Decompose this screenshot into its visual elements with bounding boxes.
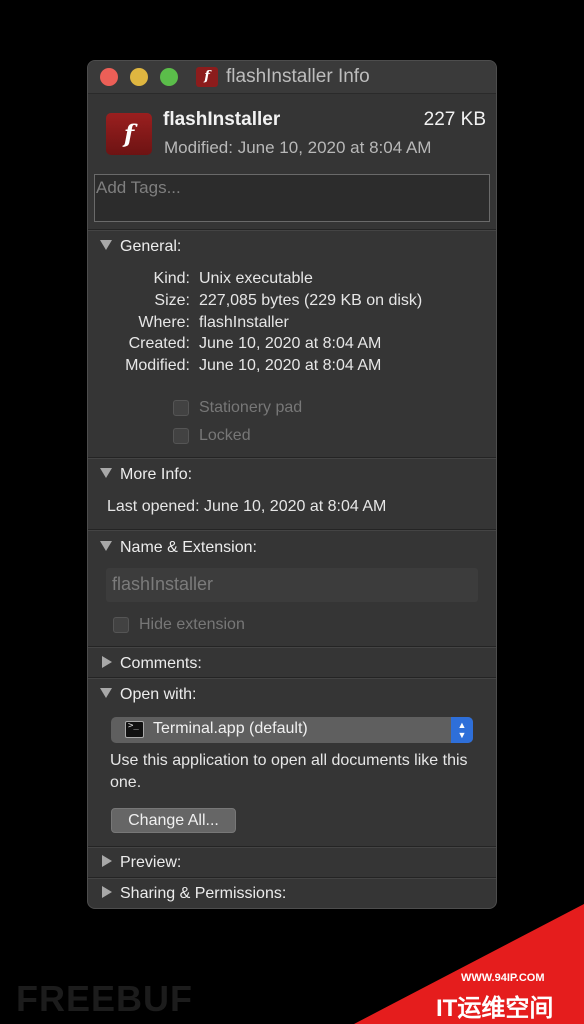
where-label: Where:	[138, 314, 190, 331]
locked-checkbox[interactable]	[173, 428, 189, 444]
disclosure-closed-icon	[102, 656, 112, 668]
open-with-section-toggle[interactable]: Open with:	[100, 686, 196, 704]
size-label: Size:	[154, 292, 190, 309]
disclosure-open-icon	[100, 468, 112, 478]
created-label: Created:	[128, 335, 190, 352]
minimize-button[interactable]	[130, 68, 148, 86]
locked-label: Locked	[199, 427, 251, 444]
preview-heading: Preview:	[120, 854, 182, 871]
preview-section-toggle[interactable]: Preview:	[100, 854, 181, 872]
hide-extension-checkbox[interactable]	[113, 617, 129, 633]
comments-section-toggle[interactable]: Comments:	[100, 655, 202, 673]
flash-app-icon: f	[106, 113, 152, 155]
tags-field[interactable]: Add Tags...	[94, 174, 490, 222]
divider	[88, 229, 496, 231]
kind-label: Kind:	[153, 270, 190, 287]
open-with-selected: Terminal.app (default)	[153, 720, 308, 737]
freebuf-watermark: FREEBUF	[16, 978, 193, 1019]
divider	[88, 677, 496, 679]
modified-value: June 10, 2020 at 8:04 AM	[199, 357, 382, 374]
disclosure-open-icon	[100, 688, 112, 698]
disclosure-open-icon	[100, 240, 112, 250]
more-info-section-toggle[interactable]: More Info:	[100, 466, 192, 484]
name-extension-heading: Name & Extension:	[120, 539, 257, 556]
close-button[interactable]	[100, 68, 118, 86]
sharing-heading: Sharing & Permissions:	[120, 885, 287, 902]
open-with-heading: Open with:	[120, 686, 197, 703]
where-value: flashInstaller	[199, 314, 289, 331]
kind-value: Unix executable	[199, 270, 313, 287]
open-with-popup[interactable]: >_ Terminal.app (default) ▲ ▼	[111, 717, 473, 743]
divider	[88, 529, 496, 531]
disclosure-closed-icon	[102, 855, 112, 867]
title-bar[interactable]: f flashInstaller Info	[88, 61, 496, 94]
stationery-pad-label: Stationery pad	[199, 399, 303, 416]
disclosure-closed-icon	[102, 886, 112, 898]
more-info-heading: More Info:	[120, 466, 193, 483]
window-title: flashInstaller Info	[226, 66, 370, 87]
flash-file-icon: f	[196, 67, 218, 87]
updown-chevron-icon: ▲ ▼	[451, 717, 473, 743]
divider	[88, 877, 496, 879]
file-name: flashInstaller	[163, 109, 281, 130]
comments-heading: Comments:	[120, 655, 202, 672]
name-extension-section-toggle[interactable]: Name & Extension:	[100, 539, 257, 557]
open-with-description: Use this application to open all documen…	[110, 752, 468, 791]
zoom-button[interactable]	[160, 68, 178, 86]
divider	[88, 646, 496, 648]
general-section-toggle[interactable]: General:	[100, 238, 181, 256]
last-opened: Last opened: June 10, 2020 at 8:04 AM	[107, 498, 387, 515]
disclosure-open-icon	[100, 541, 112, 551]
info-window: f flashInstaller Info f flashInstaller 2…	[87, 60, 497, 909]
file-size: 227 KB	[423, 109, 486, 130]
hide-extension-label: Hide extension	[139, 616, 245, 633]
modified-label: Modified:	[125, 357, 190, 374]
divider	[88, 846, 496, 848]
size-value: 227,085 bytes (229 KB on disk)	[199, 292, 423, 309]
sharing-permissions-section-toggle[interactable]: Sharing & Permissions:	[100, 885, 286, 903]
change-all-button[interactable]: Change All...	[111, 808, 236, 833]
stationery-pad-checkbox[interactable]	[173, 400, 189, 416]
file-modified: Modified: June 10, 2020 at 8:04 AM	[164, 138, 432, 157]
general-heading: General:	[120, 238, 182, 255]
watermark-brand: IT运维空间	[436, 995, 554, 1022]
created-value: June 10, 2020 at 8:04 AM	[199, 335, 382, 352]
name-field[interactable]: flashInstaller	[106, 568, 478, 602]
terminal-icon: >_	[125, 721, 144, 738]
divider	[88, 457, 496, 459]
watermark-url: WWW.94IP.COM	[461, 972, 545, 984]
